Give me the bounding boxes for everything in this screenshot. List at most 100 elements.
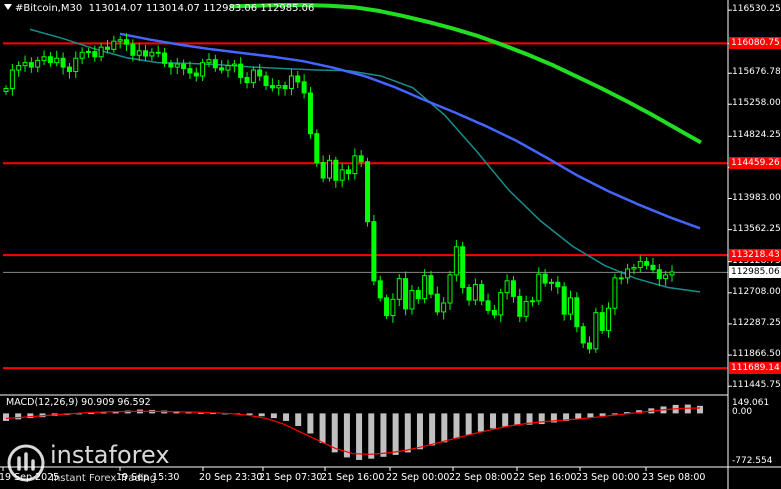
candle-body [669, 271, 675, 276]
price-tick-label: 113983.00 [732, 192, 781, 203]
macd-label: MACD(12,26,9) 90.909 96.592 [6, 397, 151, 408]
macd-histogram-bar [283, 413, 290, 421]
candle-body [263, 75, 269, 87]
macd-histogram-bar [514, 413, 521, 426]
chart-header: #Bitcoin,M30 113014.07 113014.07 112983.… [4, 3, 314, 14]
candle-body [187, 68, 193, 74]
price-tick-label: 115676.78 [732, 67, 781, 78]
candle-body [504, 280, 510, 294]
macd-histogram-bar [380, 413, 387, 457]
candle-body [498, 292, 504, 316]
time-tick-label: 21 Sep 07:30 [259, 472, 323, 483]
candle-body [491, 309, 497, 316]
candle-body [92, 51, 98, 58]
level-price-badge[interactable]: 113218.43 [729, 249, 781, 262]
candle-body [225, 65, 231, 71]
candle-body [472, 284, 478, 301]
candle-body [517, 295, 523, 317]
macd-tick-label: 0.00 [732, 407, 753, 418]
candle-body [162, 52, 168, 64]
time-tick-label: 22 Sep 00:00 [386, 472, 450, 483]
instaforex-logo-icon [7, 444, 45, 482]
candle-body [561, 286, 567, 315]
ohlc-readout: 113014.07 113014.07 112983.06 112985.06 [88, 3, 315, 14]
ma-fast-line [29, 28, 701, 293]
candle-body [136, 50, 142, 56]
macd-histogram-bar [295, 413, 302, 426]
macd-histogram-bar [404, 413, 411, 453]
candle-body [314, 133, 320, 163]
candle-body [403, 278, 409, 310]
macd-histogram-bar [356, 413, 363, 460]
macd-histogram-bar [270, 413, 277, 419]
candle-body [568, 297, 574, 315]
candle-body [143, 50, 149, 57]
candle-body [574, 297, 580, 328]
level-price-badge[interactable]: 116080.75 [729, 37, 781, 50]
candle-body [212, 59, 218, 69]
price-chart[interactable] [0, 0, 781, 489]
candle-body [231, 63, 237, 67]
candle-body [295, 75, 301, 83]
macd-histogram-bar [490, 413, 497, 429]
price-tick-label: 112287.25 [732, 317, 781, 328]
candle-body [155, 51, 161, 54]
macd-histogram-bar [453, 413, 460, 439]
candle-body [346, 169, 352, 175]
price-tick-label: 112708.00 [732, 286, 781, 297]
macd-histogram-bar [88, 413, 95, 415]
time-tick-label: 21 Sep 16:00 [321, 472, 385, 483]
candle-body [599, 312, 605, 331]
candle-body [466, 286, 472, 301]
candle-body [3, 88, 9, 92]
candle-body [612, 277, 618, 309]
ma-slow-line [229, 2, 702, 145]
chart-frame [0, 0, 781, 489]
candle-body [656, 269, 662, 280]
candle-body [276, 85, 282, 89]
candle-body [168, 62, 174, 68]
candle-body [422, 275, 428, 300]
candle-body [485, 300, 491, 311]
candle-body [307, 92, 313, 135]
macd-histogram-bar [258, 413, 265, 417]
candle-body [644, 261, 650, 266]
macd-histogram-bar [611, 413, 618, 415]
macd-histogram-bar [15, 413, 22, 420]
chevron-down-icon[interactable] [4, 4, 12, 10]
time-tick-label: 23 Sep 08:00 [642, 472, 706, 483]
candle-body [384, 297, 390, 317]
candle-body [510, 280, 516, 297]
candle-body [301, 81, 307, 94]
candle-body [396, 278, 402, 300]
candle-body [130, 43, 136, 56]
candle-body [60, 57, 66, 68]
macd-histogram-bar [429, 413, 436, 446]
candle-body [66, 66, 72, 73]
watermark-name: instaforex [50, 441, 170, 469]
macd-histogram-bar [416, 413, 423, 450]
macd-histogram-bar [502, 413, 509, 427]
price-tick-label: 111445.75 [732, 380, 781, 391]
candle-body [269, 85, 275, 89]
candle-body [219, 67, 225, 71]
candle-body [415, 289, 421, 300]
candle-body [104, 46, 110, 50]
level-price-badge[interactable]: 111689.14 [729, 362, 781, 375]
macd-histogram-bar [307, 413, 314, 434]
macd-histogram-bar [465, 413, 472, 435]
candle-body [79, 51, 85, 59]
macd-histogram-bar [441, 413, 448, 443]
macd-histogram-bar [368, 413, 375, 459]
candle-body [365, 161, 371, 223]
level-price-badge[interactable]: 114459.26 [729, 157, 781, 170]
candle-body [606, 307, 612, 331]
candles [3, 33, 675, 354]
candle-body [22, 62, 28, 67]
candle-body [282, 85, 288, 90]
candle-body [35, 59, 41, 68]
candle-body [339, 169, 345, 181]
current-price-badge: 112985.06 [729, 266, 781, 279]
candle-body [447, 274, 453, 304]
candle-body [181, 63, 187, 70]
